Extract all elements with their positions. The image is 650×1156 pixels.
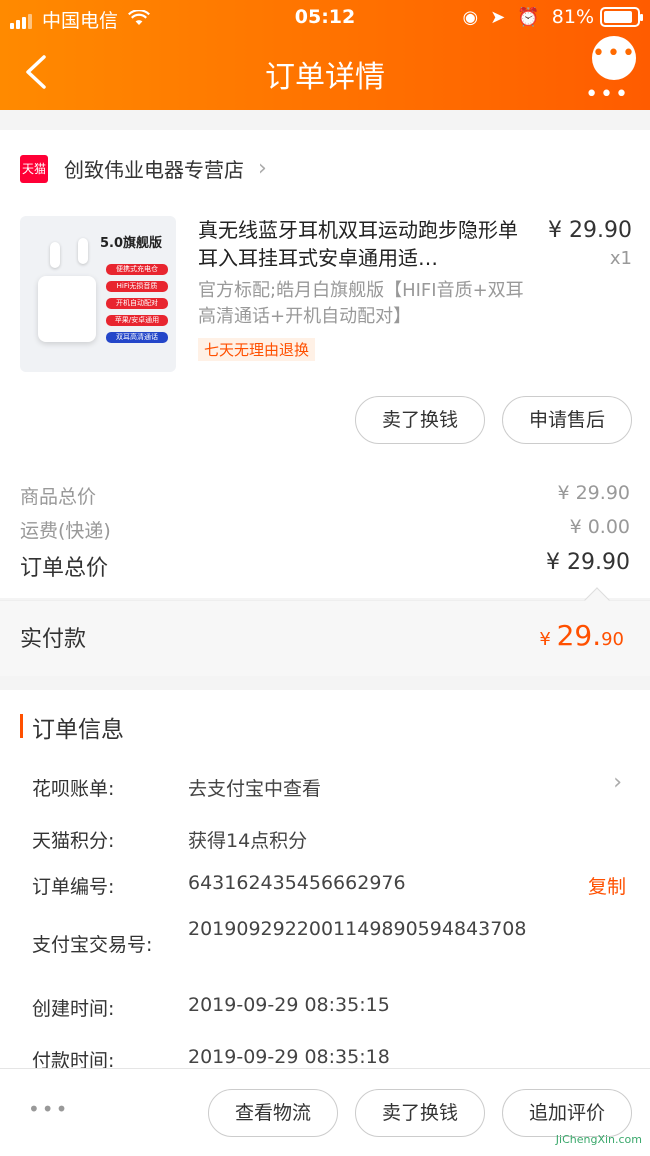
message-button[interactable]: •••	[592, 36, 636, 80]
image-tag: 双耳高清通话	[106, 332, 168, 343]
battery-icon	[600, 7, 643, 27]
sell-button[interactable]: 卖了换钱	[355, 396, 485, 444]
product-image[interactable]: 5.0旗舰版 便携式充电仓 HiFi无损音质 开机自动配对 苹果/安卓通用 双耳…	[20, 216, 176, 372]
order-total-label: 订单总价	[20, 556, 109, 581]
nav-bar: 订单详情 ••• •••	[0, 36, 650, 110]
status-bar: 中国电信 05:12 ◉ ➤ ⏰ 81%	[0, 0, 650, 36]
info-label: 创建时间:	[32, 998, 115, 1020]
return-policy-badge: 七天无理由退换	[198, 338, 316, 361]
paid-cents: 90	[601, 629, 624, 650]
battery-percent: 81%	[551, 6, 594, 28]
order-total-value: ¥ 29.90	[546, 550, 630, 575]
points-value: 获得14点积分	[188, 830, 308, 852]
charging-case-icon	[38, 276, 96, 342]
view-logistics-button[interactable]: 查看物流	[208, 1089, 338, 1137]
add-review-button[interactable]: 追加评价	[502, 1089, 632, 1137]
goods-total-label: 商品总价	[20, 486, 97, 508]
shop-link[interactable]: 天猫 创致伟业电器专营店 ›	[20, 154, 267, 183]
chevron-right-icon[interactable]: ›	[613, 770, 622, 795]
more-actions-button[interactable]: •••	[28, 1097, 69, 1121]
image-tags: 便携式充电仓 HiFi无损音质 开机自动配对 苹果/安卓通用 双耳高清通话	[106, 264, 168, 349]
created-time: 2019-09-29 08:35:15	[188, 994, 390, 1016]
shipping-label: 运费(快递)	[20, 520, 111, 542]
watermark: JiChengXin.com	[555, 1133, 642, 1146]
info-label: 花呗账单:	[32, 778, 115, 800]
image-tag: HiFi无损音质	[106, 281, 168, 292]
product-quantity: x1	[609, 248, 632, 269]
alarm-icon: ⏰	[517, 6, 540, 28]
aftersale-button[interactable]: 申请售后	[502, 396, 632, 444]
alipay-trade-number: 2019092922001149890594843708	[188, 918, 527, 940]
paid-currency: ¥	[539, 629, 557, 650]
tmall-badge-icon: 天猫	[20, 154, 48, 183]
page-title: 订单详情	[265, 60, 385, 95]
order-total-row: 订单总价 ¥ 29.90	[20, 550, 630, 582]
image-tag: 开机自动配对	[106, 298, 168, 309]
earbud-icon	[50, 242, 60, 268]
paid-main: 29.	[556, 619, 602, 652]
huabei-link[interactable]: 去支付宝中查看	[188, 774, 321, 801]
section-title: 订单信息	[32, 717, 124, 743]
product-spec: 官方标配;皓月白旗舰版【HIFI音质+双耳高清通话+开机自动配对】	[198, 280, 524, 327]
orientation-lock-icon: ◉	[462, 6, 479, 28]
section-accent	[20, 714, 23, 738]
bottom-action-bar: ••• 查看物流 卖了换钱 追加评价 JiChengXin.com	[0, 1068, 650, 1156]
product-title[interactable]: 真无线蓝牙耳机双耳运动跑步隐形单耳入耳挂耳式安卓通用适…	[198, 216, 526, 272]
paid-value: ¥ 29.90	[539, 619, 624, 652]
order-card: 天猫 创致伟业电器专营店 › 5.0旗舰版 便携式充电仓 HiFi无损音质 开机…	[0, 130, 650, 598]
info-label: 天猫积分:	[32, 830, 115, 852]
copy-button[interactable]: 复制	[588, 872, 626, 899]
goods-total-row: 商品总价 ¥ 29.90	[20, 482, 630, 509]
product-price: ¥ 29.90	[548, 218, 632, 243]
goods-total-value: ¥ 29.90	[557, 482, 630, 504]
header: 中国电信 05:12 ◉ ➤ ⏰ 81% 订单详情 ••• •••	[0, 0, 650, 110]
info-label: 订单编号:	[32, 876, 115, 898]
order-number: 643162435456662976	[188, 872, 406, 894]
paid-time: 2019-09-29 08:35:18	[188, 1046, 390, 1068]
shipping-row: 运费(快递) ¥ 0.00	[20, 516, 630, 543]
shop-name: 创致伟业电器专营店	[64, 158, 244, 182]
location-icon: ➤	[490, 6, 506, 28]
chat-bubble-icon: •••	[592, 41, 637, 66]
image-tag: 便携式充电仓	[106, 264, 168, 275]
info-label: 支付宝交易号:	[32, 934, 153, 956]
shipping-value: ¥ 0.00	[569, 516, 630, 538]
paid-amount-row: 实付款 ¥ 29.90	[0, 587, 650, 676]
image-tag: 苹果/安卓通用	[106, 315, 168, 326]
more-menu-icon[interactable]: •••	[585, 82, 630, 107]
chevron-right-icon: ›	[258, 156, 267, 181]
image-badge-text: 5.0旗舰版	[100, 236, 163, 251]
paid-label: 实付款	[20, 627, 87, 652]
sell-button-bottom[interactable]: 卖了换钱	[355, 1089, 485, 1137]
earbud-icon	[78, 238, 88, 264]
